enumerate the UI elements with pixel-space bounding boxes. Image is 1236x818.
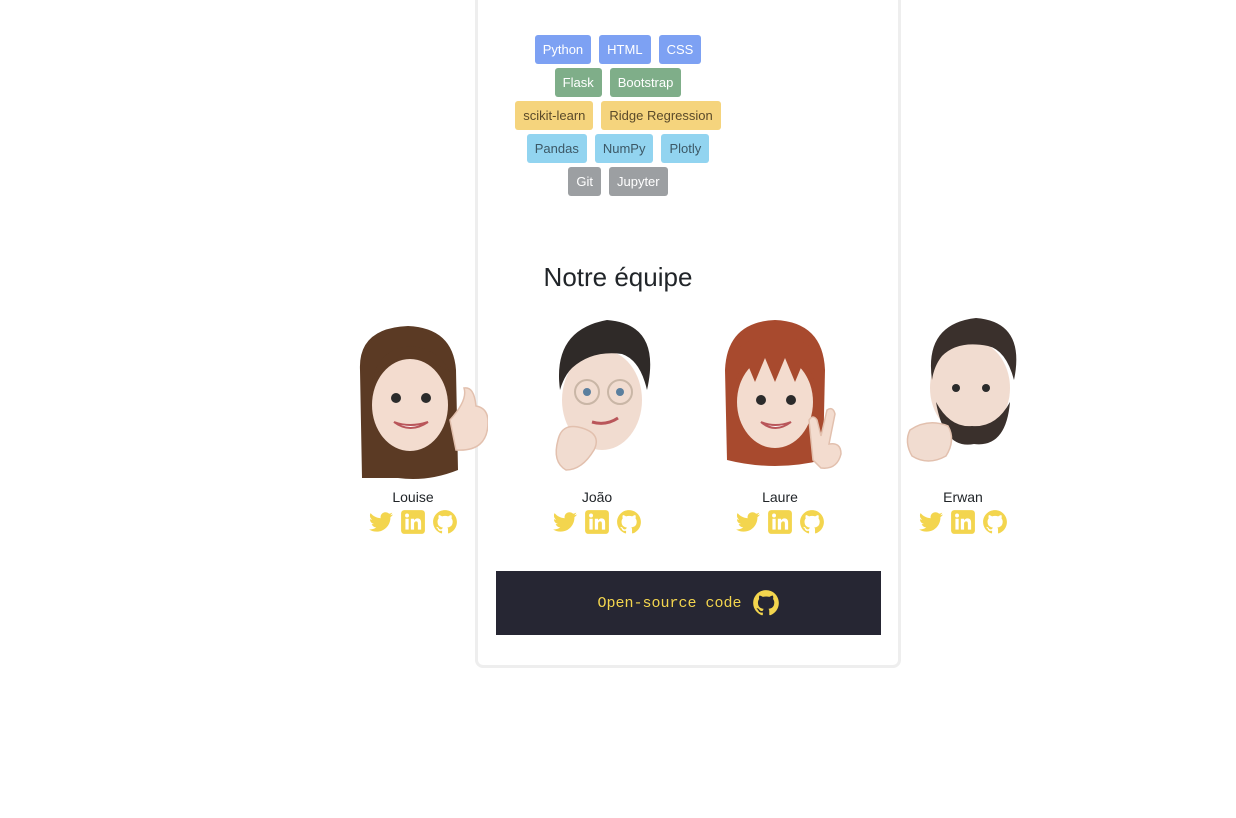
tag-html: HTML bbox=[599, 35, 651, 64]
twitter-icon[interactable] bbox=[735, 509, 761, 535]
member-name: João bbox=[581, 489, 613, 505]
tag-flask: Flask bbox=[554, 68, 602, 97]
tech-tags: Python HTML CSS Flask Bootstrap scikit-l… bbox=[0, 35, 1236, 200]
open-source-code-link[interactable]: Open-source code bbox=[496, 571, 881, 635]
tag-row: Git Jupyter bbox=[0, 167, 1236, 200]
tag-row: Flask Bootstrap bbox=[0, 68, 1236, 101]
tag-python: Python bbox=[534, 35, 592, 64]
member-name: Louise bbox=[392, 489, 434, 505]
tag-row: Python HTML CSS bbox=[0, 35, 1236, 68]
member-socials bbox=[878, 509, 1048, 535]
tag-git: Git bbox=[568, 167, 601, 196]
tag-numpy: NumPy bbox=[594, 134, 654, 163]
github-icon[interactable] bbox=[432, 509, 458, 535]
member-name: Erwan bbox=[943, 489, 983, 505]
team-member-joao: João bbox=[512, 310, 682, 535]
tag-row: scikit-learn Ridge Regression bbox=[0, 101, 1236, 134]
linkedin-icon[interactable] bbox=[584, 509, 610, 535]
twitter-icon[interactable] bbox=[918, 509, 944, 535]
linkedin-icon[interactable] bbox=[400, 509, 426, 535]
memoji-thumbs-up-avatar bbox=[359, 326, 488, 479]
linkedin-icon[interactable] bbox=[950, 509, 976, 535]
tag-pandas: Pandas bbox=[526, 134, 587, 163]
github-icon[interactable] bbox=[799, 509, 825, 535]
tag-row: Pandas NumPy Plotly bbox=[0, 134, 1236, 167]
twitter-icon[interactable] bbox=[368, 509, 394, 535]
tag-plotly: Plotly bbox=[661, 134, 710, 163]
tag-bootstrap: Bootstrap bbox=[609, 68, 682, 97]
open-source-code-label: Open-source code bbox=[597, 594, 742, 612]
tag-jupyter: Jupyter bbox=[608, 167, 668, 196]
github-icon bbox=[752, 590, 779, 616]
linkedin-icon[interactable] bbox=[767, 509, 793, 535]
team-title: Notre équipe bbox=[543, 262, 693, 292]
member-socials bbox=[328, 509, 498, 535]
memoji-fist-bump-avatar bbox=[906, 318, 1017, 462]
memoji-thinking-glasses-avatar bbox=[555, 320, 651, 471]
member-socials bbox=[695, 509, 865, 535]
member-socials bbox=[512, 509, 682, 535]
team-member-erwan: Erwan bbox=[878, 310, 1048, 535]
tag-scikit-learn: scikit-learn bbox=[515, 101, 594, 130]
tag-css: CSS bbox=[658, 35, 702, 64]
member-name: Laure bbox=[762, 489, 798, 505]
team-member-louise: Louise bbox=[328, 310, 498, 535]
memoji-peace-sign-avatar bbox=[725, 320, 842, 469]
github-icon[interactable] bbox=[982, 509, 1008, 535]
tag-ridge-regression: Ridge Regression bbox=[601, 101, 721, 130]
team-member-laure: Laure bbox=[695, 310, 865, 535]
github-icon[interactable] bbox=[616, 509, 642, 535]
twitter-icon[interactable] bbox=[552, 509, 578, 535]
